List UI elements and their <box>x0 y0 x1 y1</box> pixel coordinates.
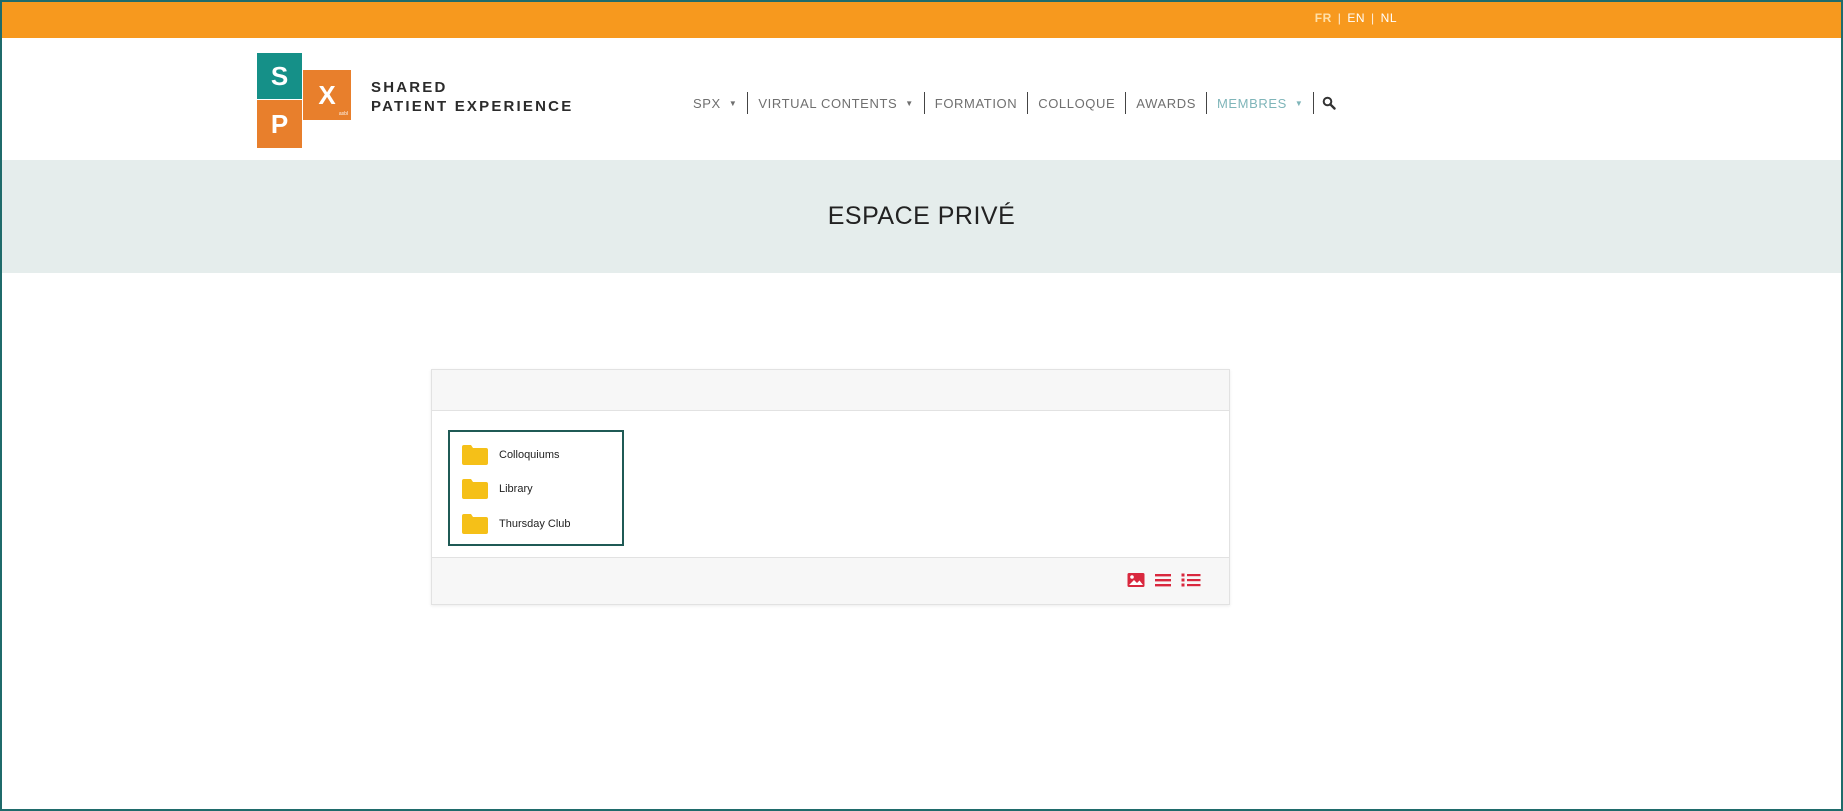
page-title-banner: ESPACE PRIVÉ <box>0 160 1843 273</box>
folder-item-colloquiums[interactable]: Colloquiums <box>462 445 560 465</box>
file-browser-panel: Colloquiums Library Thursday Club <box>431 369 1230 605</box>
folder-label: Thursday Club <box>499 518 571 530</box>
view-details-button[interactable] <box>1181 572 1201 588</box>
language-nl[interactable]: NL <box>1381 11 1397 25</box>
view-thumbnails-button[interactable] <box>1127 572 1145 588</box>
logo-tile-p: P <box>257 100 302 148</box>
site-header: S X asbl P SHARED PATIENT EXPERIENCE SPX… <box>0 38 1843 160</box>
search-icon <box>1323 96 1337 110</box>
list-icon <box>1155 574 1171 587</box>
nav-item-label: VIRTUAL CONTENTS <box>758 95 898 111</box>
nav-item-awards[interactable]: AWARDS <box>1126 96 1206 111</box>
language-en[interactable]: EN <box>1347 11 1365 25</box>
language-switcher: FR | EN | NL <box>1315 11 1397 25</box>
nav-item-label: SPX <box>693 95 721 111</box>
folder-icon <box>462 514 488 534</box>
language-fr[interactable]: FR <box>1315 11 1332 25</box>
view-mode-switcher <box>1127 572 1201 588</box>
page-title: ESPACE PRIVÉ <box>827 202 1016 230</box>
brand-line-2: PATIENT EXPERIENCE <box>371 98 574 115</box>
folder-icon <box>462 479 488 499</box>
brand-name[interactable]: SHARED PATIENT EXPERIENCE <box>371 78 573 116</box>
logo-tile-x-sub: asbl <box>338 111 348 117</box>
nav-item-label: MEMBRES <box>1216 95 1287 111</box>
top-language-bar: FR | EN | NL <box>0 0 1843 38</box>
nav-item-formation[interactable]: FORMATION <box>925 96 1027 111</box>
folder-item-library[interactable]: Library <box>462 479 533 499</box>
spx-logo[interactable]: S X asbl P <box>257 53 353 148</box>
nav-item-label: FORMATION <box>934 95 1018 111</box>
nav-item-spx[interactable]: SPX ▼ <box>693 96 747 111</box>
bulleted-list-icon <box>1181 573 1201 587</box>
folder-icon <box>462 445 488 465</box>
language-separator: | <box>1337 11 1342 25</box>
file-browser-footer <box>432 557 1229 604</box>
language-separator: | <box>1371 11 1375 25</box>
file-browser-header <box>432 370 1229 411</box>
nav-item-virtual-contents[interactable]: VIRTUAL CONTENTS ▼ <box>748 96 923 111</box>
search-button[interactable] <box>1314 96 1337 110</box>
logo-tile-x-letter: X <box>318 79 336 110</box>
main-nav: SPX ▼ VIRTUAL CONTENTS ▼ FORMATION COLLO… <box>693 92 1337 114</box>
logo-tile-x: X asbl <box>303 70 351 120</box>
nav-item-label: AWARDS <box>1136 95 1196 111</box>
folder-list: Colloquiums Library Thursday Club <box>448 430 624 546</box>
nav-item-colloque[interactable]: COLLOQUE <box>1028 96 1125 111</box>
caret-down-icon: ▼ <box>1294 98 1304 108</box>
nav-item-label: COLLOQUE <box>1038 95 1116 111</box>
caret-down-icon: ▼ <box>728 98 738 108</box>
brand-line-1: SHARED <box>371 79 448 96</box>
folder-item-thursday-club[interactable]: Thursday Club <box>462 514 571 534</box>
caret-down-icon: ▼ <box>905 98 914 108</box>
image-icon <box>1127 573 1145 587</box>
nav-item-membres[interactable]: MEMBRES ▼ <box>1207 96 1313 111</box>
folder-label: Library <box>499 483 533 495</box>
folder-label: Colloquiums <box>499 449 560 461</box>
logo-tile-s: S <box>257 53 302 99</box>
view-list-button[interactable] <box>1154 572 1172 588</box>
